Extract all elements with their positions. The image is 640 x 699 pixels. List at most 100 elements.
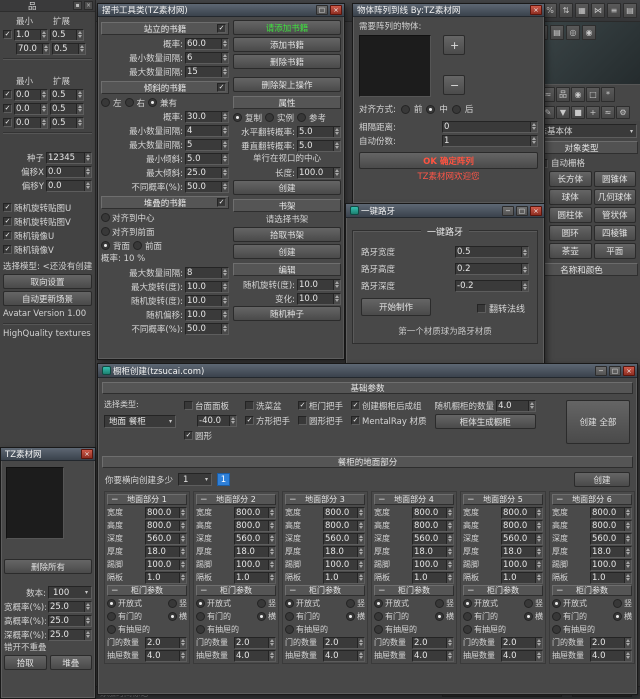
- radio-button[interactable]: [374, 599, 383, 608]
- radio-button[interactable]: [265, 113, 275, 122]
- spinner-up-icon[interactable]: [626, 522, 630, 525]
- spinner-down-icon[interactable]: [223, 58, 227, 61]
- spinner-arrows[interactable]: [221, 295, 228, 306]
- spinner-up-icon[interactable]: [223, 155, 227, 158]
- spinner-down-icon[interactable]: [86, 607, 90, 610]
- spinner-field[interactable]: 800.0: [412, 506, 454, 519]
- spinner-up-icon[interactable]: [448, 639, 452, 642]
- radio-button[interactable]: [400, 104, 410, 114]
- spinner-field[interactable]: 15: [185, 65, 229, 78]
- door-params-header[interactable]: − 柜门参数: [552, 585, 632, 596]
- spinner-up-icon[interactable]: [86, 154, 90, 157]
- spinner-up-icon[interactable]: [223, 325, 227, 328]
- spinner-up-icon[interactable]: [86, 168, 90, 171]
- close-button[interactable]: ×: [530, 5, 542, 15]
- maximize-button[interactable]: □: [516, 205, 528, 216]
- spinner-up-icon[interactable]: [181, 548, 185, 551]
- spinner-up-icon[interactable]: [448, 561, 452, 564]
- spinner-down-icon[interactable]: [448, 643, 452, 646]
- spinner-down-icon[interactable]: [448, 552, 452, 555]
- spinner-arrows[interactable]: [357, 637, 364, 648]
- render-production-icon[interactable]: ◎: [566, 25, 580, 40]
- radio-button[interactable]: [613, 599, 622, 608]
- spinner-down-icon[interactable]: [223, 72, 227, 75]
- spinner-up-icon[interactable]: [181, 522, 185, 525]
- spinner-down-icon[interactable]: [626, 578, 630, 581]
- radio-button[interactable]: [101, 98, 110, 107]
- door-params-header[interactable]: − 柜门参数: [374, 585, 454, 596]
- spinner-down-icon[interactable]: [86, 158, 90, 161]
- spinner-field[interactable]: 2.0: [412, 636, 454, 649]
- remove-object-button[interactable]: −: [443, 75, 465, 95]
- spinner-down-icon[interactable]: [78, 109, 82, 112]
- spinner-arrows[interactable]: [179, 533, 186, 544]
- spinner-arrows[interactable]: [221, 181, 228, 192]
- spinner-field[interactable]: 4.0: [145, 649, 187, 662]
- checkbox[interactable]: ✓: [3, 90, 12, 99]
- spinner-arrows[interactable]: [624, 533, 631, 544]
- spinner-field[interactable]: 100.0: [234, 558, 276, 571]
- spinner-arrows[interactable]: [357, 507, 364, 518]
- object-list-box[interactable]: [359, 35, 431, 97]
- spinner-down-icon[interactable]: [181, 552, 185, 555]
- spinner-up-icon[interactable]: [359, 574, 363, 577]
- spinner-field[interactable]: 0.2: [455, 263, 529, 275]
- window-title-bar[interactable]: TZ素材网 ×: [1, 448, 95, 461]
- checkbox[interactable]: ✓: [3, 203, 12, 212]
- spinner-arrows[interactable]: [221, 111, 228, 122]
- spinner-down-icon[interactable]: [44, 49, 48, 52]
- spinner-arrows[interactable]: [221, 125, 228, 136]
- spinner-up-icon[interactable]: [223, 54, 227, 57]
- spinner-up-icon[interactable]: [181, 561, 185, 564]
- spinner-up-icon[interactable]: [359, 548, 363, 551]
- radio-button[interactable]: [552, 599, 561, 608]
- spinner-arrows[interactable]: [521, 281, 528, 291]
- spinner-down-icon[interactable]: [448, 578, 452, 581]
- spinner-up-icon[interactable]: [270, 522, 274, 525]
- spinner-down-icon[interactable]: [626, 526, 630, 529]
- spinner-down-icon[interactable]: [359, 656, 363, 659]
- spinner-arrows[interactable]: [84, 180, 91, 191]
- spinner-field[interactable]: 1.0: [145, 571, 187, 584]
- spinner-field[interactable]: 25.0: [48, 614, 92, 627]
- spinner-down-icon[interactable]: [223, 173, 227, 176]
- object-type-button[interactable]: 平面: [593, 243, 636, 259]
- radio-button[interactable]: [346, 612, 355, 621]
- spinner-up-icon[interactable]: [42, 119, 46, 122]
- spinner-field[interactable]: 1: [442, 134, 538, 147]
- spinner-down-icon[interactable]: [181, 643, 185, 646]
- spinner-arrows[interactable]: [446, 637, 453, 648]
- spinner-arrows[interactable]: [535, 533, 542, 544]
- display-tab-icon[interactable]: □: [586, 87, 600, 102]
- spinner-up-icon[interactable]: [80, 45, 84, 48]
- spinner-arrows[interactable]: [446, 546, 453, 557]
- spinner-down-icon[interactable]: [223, 273, 227, 276]
- radio-button[interactable]: [435, 599, 444, 608]
- checkbox[interactable]: ✓: [217, 198, 226, 207]
- spinner-down-icon[interactable]: [223, 145, 227, 148]
- radio-button[interactable]: [285, 599, 294, 608]
- spacewarps-category-icon[interactable]: ≈: [601, 106, 615, 119]
- spinner-arrows[interactable]: [221, 153, 228, 164]
- spinner-up-icon[interactable]: [223, 183, 227, 186]
- spinner-field[interactable]: 5: [185, 138, 229, 151]
- spinner-up-icon[interactable]: [448, 509, 452, 512]
- spinner-up-icon[interactable]: [532, 123, 536, 126]
- spinner-arrows[interactable]: [221, 267, 228, 278]
- checkbox[interactable]: ✓: [184, 431, 193, 440]
- spinner-field[interactable]: 5.0: [297, 139, 341, 152]
- spinner-up-icon[interactable]: [537, 548, 541, 551]
- panel-close-icon[interactable]: ×: [84, 1, 93, 10]
- spinner-field[interactable]: 1.0: [14, 28, 48, 41]
- spinner-down-icon[interactable]: [223, 287, 227, 290]
- systems-category-icon[interactable]: ⚙: [616, 106, 630, 119]
- object-type-button[interactable]: 四棱锥: [593, 225, 636, 241]
- spinner-field[interactable]: 100.0: [323, 558, 365, 571]
- spinner-field[interactable]: 100.0: [145, 558, 187, 571]
- spinner-arrows[interactable]: [40, 29, 47, 40]
- named-selection-icon[interactable]: ▦: [575, 3, 589, 18]
- spinner-field[interactable]: 0.0: [14, 88, 48, 101]
- spinner-arrows[interactable]: [268, 520, 275, 531]
- spinner-arrows[interactable]: [268, 650, 275, 661]
- spinner-up-icon[interactable]: [359, 535, 363, 538]
